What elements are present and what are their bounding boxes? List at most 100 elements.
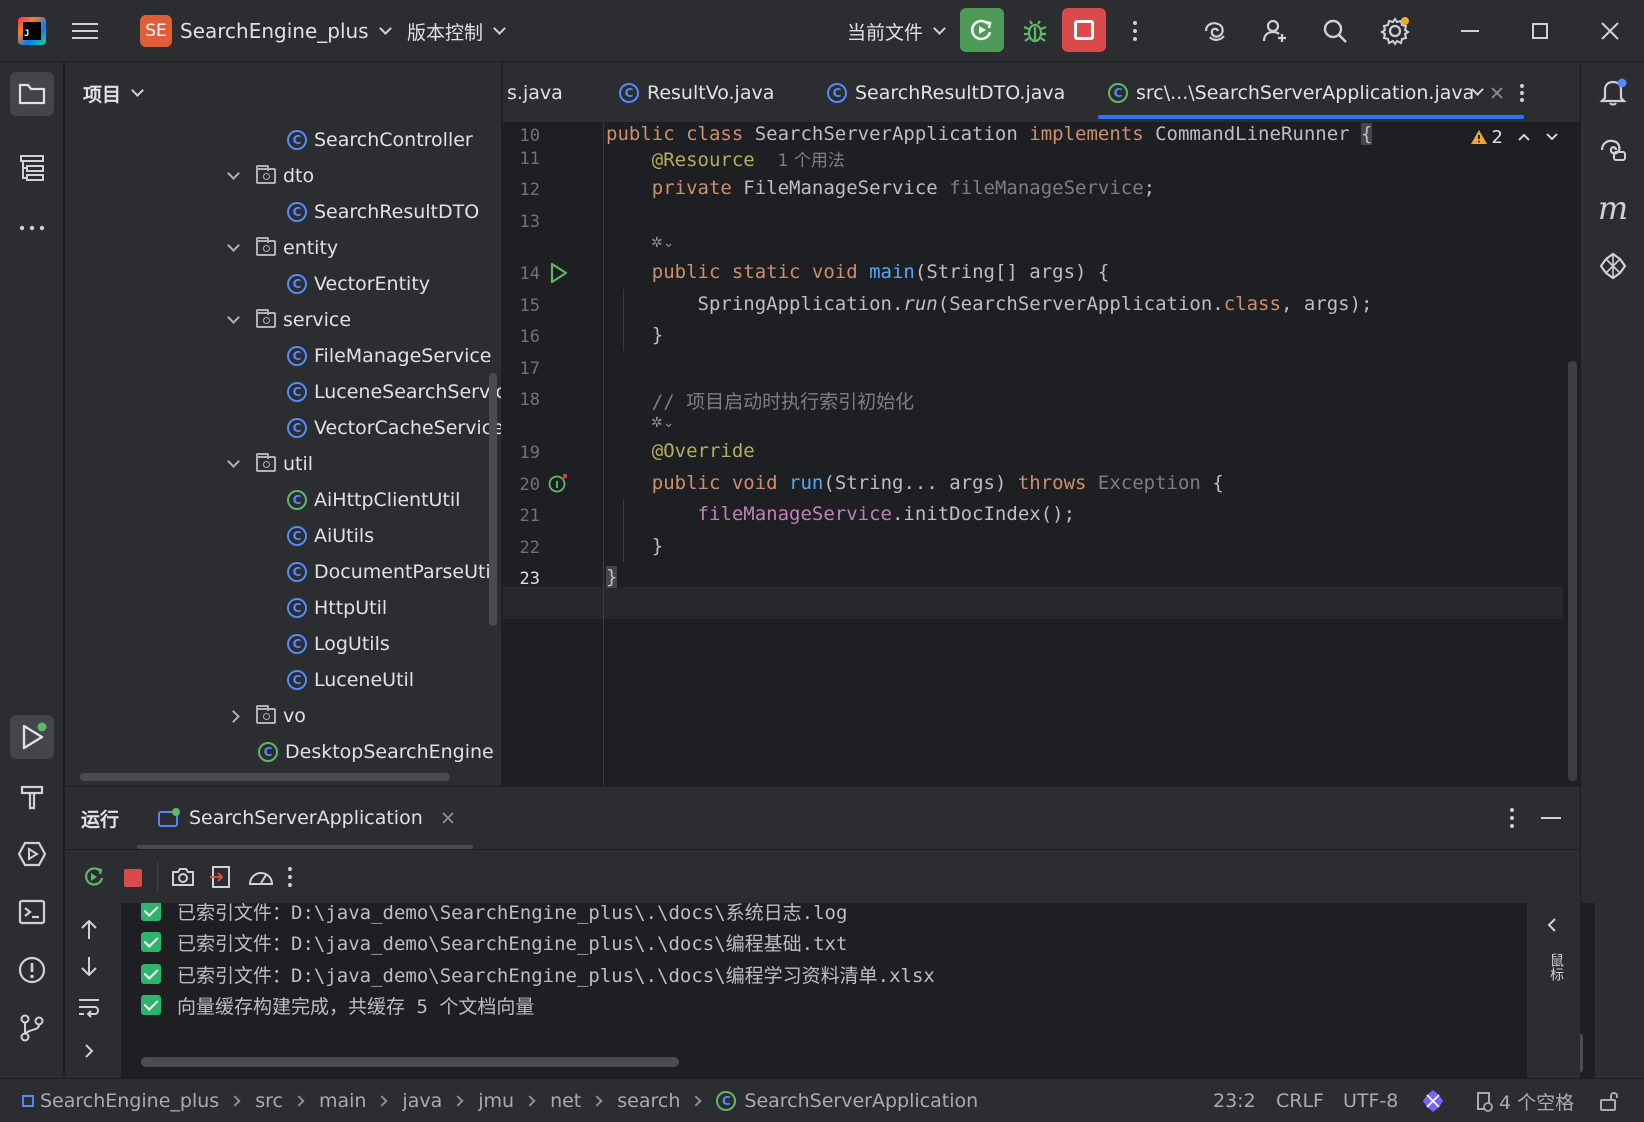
more-actions-icon[interactable]: [1125, 0, 1145, 62]
debug-button[interactable]: [1015, 0, 1055, 62]
prev-problem-icon[interactable]: [1517, 132, 1531, 142]
terminal-tool-button[interactable]: [10, 890, 54, 934]
more-tools-icon[interactable]: [10, 206, 54, 250]
run-config-selector[interactable]: 当前文件: [847, 0, 946, 62]
tree-item[interactable]: C LuceneSearchService: [287, 374, 501, 410]
exit-icon[interactable]: [208, 864, 234, 890]
tree-folder[interactable]: vo: [227, 698, 306, 734]
build-tool-button[interactable]: [10, 774, 54, 818]
hide-panel-icon[interactable]: [1541, 817, 1561, 819]
add-user-icon[interactable]: [1255, 0, 1295, 62]
minimize-window-icon[interactable]: [1438, 0, 1502, 62]
ai-assistant-icon[interactable]: [1195, 0, 1235, 62]
line-separator[interactable]: CRLF: [1276, 1079, 1324, 1122]
ai-gutter-icon[interactable]: ✲⌄: [651, 235, 674, 251]
stop-button[interactable]: [1062, 8, 1106, 52]
notifications-button[interactable]: [1591, 70, 1635, 114]
project-switcher[interactable]: SearchEngine_plus: [180, 0, 392, 62]
settings-gear-icon[interactable]: [1375, 0, 1415, 62]
editor-tab[interactable]: C ResultVo.java: [619, 62, 774, 123]
tree-item[interactable]: C SearchResultDTO: [287, 194, 479, 230]
tree-item[interactable]: C AiUtils: [287, 518, 374, 554]
tree-item[interactable]: C HttpUtil: [287, 590, 387, 626]
scroll-up-icon[interactable]: [79, 917, 99, 941]
expand-right-icon[interactable]: [82, 1043, 96, 1059]
expand-arrow-icon[interactable]: [227, 239, 240, 252]
problems-tool-button[interactable]: [10, 948, 54, 992]
camera-icon[interactable]: [170, 864, 196, 890]
close-tab-icon[interactable]: [1490, 86, 1504, 100]
ai-chat-button[interactable]: [1591, 128, 1635, 172]
tongyi-status-icon[interactable]: [1420, 1079, 1446, 1122]
tree-item[interactable]: C VectorEntity: [287, 266, 430, 302]
expand-arrow-icon[interactable]: [227, 167, 240, 180]
rerun-button[interactable]: [960, 8, 1004, 52]
breadcrumb-item[interactable]: search: [617, 1090, 680, 1112]
editor-tab[interactable]: s.java: [507, 62, 563, 123]
close-window-icon[interactable]: [1578, 0, 1642, 62]
tree-item[interactable]: C DesktopSearchEngine: [258, 734, 494, 770]
tabs-more-icon[interactable]: [1519, 62, 1525, 123]
tree-item[interactable]: C VectorCacheService: [287, 410, 501, 446]
usage-hint[interactable]: 1 个用法: [778, 151, 845, 171]
file-encoding[interactable]: UTF-8: [1343, 1079, 1398, 1122]
editor-vertical-scrollbar[interactable]: [1568, 361, 1577, 781]
soft-wrap-icon[interactable]: [77, 995, 101, 1019]
ai-gutter-icon[interactable]: ✲⌄: [651, 415, 674, 431]
lock-icon[interactable]: [1598, 1079, 1620, 1122]
run-gutter-icon[interactable]: [549, 262, 569, 284]
maximize-window-icon[interactable]: [1508, 0, 1572, 62]
run-panel-options-icon[interactable]: [1509, 807, 1515, 829]
run-tab[interactable]: SearchServerApplication: [137, 787, 473, 849]
vcs-menu[interactable]: 版本控制: [407, 0, 506, 62]
close-run-tab-icon[interactable]: [441, 811, 455, 825]
tongyi-assistant-button[interactable]: [1591, 244, 1635, 288]
breadcrumb-item[interactable]: src: [255, 1090, 283, 1112]
breadcrumb-item[interactable]: java: [402, 1090, 442, 1112]
indent-setting[interactable]: 4 个空格: [1473, 1079, 1574, 1122]
tree-folder[interactable]: entity: [227, 230, 338, 266]
collapse-left-icon[interactable]: [1546, 917, 1558, 933]
expand-arrow-icon[interactable]: [227, 455, 240, 468]
structure-tool-button[interactable]: [10, 146, 54, 190]
tree-folder[interactable]: dto: [227, 158, 314, 194]
rerun-icon[interactable]: [81, 864, 107, 890]
inspection-widget[interactable]: 2: [1413, 123, 1563, 151]
tree-item[interactable]: C AiHttpClientUtil: [287, 482, 460, 518]
services-tool-button[interactable]: [10, 832, 54, 876]
editor-tab-active[interactable]: Csrc\...\SearchServerApplication.java: [1097, 62, 1525, 123]
console-horizontal-scrollbar[interactable]: [141, 1057, 679, 1067]
project-horizontal-scrollbar[interactable]: [80, 773, 450, 781]
console-output[interactable]: 已索引文件：D:\java_demo\SearchEngine_plus\.\d…: [121, 903, 1595, 1079]
scroll-down-icon[interactable]: [79, 955, 99, 979]
intellij-logo-icon[interactable]: J: [18, 17, 46, 45]
caret-position[interactable]: 23:2: [1213, 1079, 1256, 1122]
run-tool-button[interactable]: [10, 715, 54, 759]
git-tool-button[interactable]: [10, 1006, 54, 1050]
maven-m-icon[interactable]: m: [1591, 186, 1635, 230]
main-menu-icon[interactable]: [72, 0, 108, 62]
breadcrumb-item[interactable]: SearchEngine_plus: [40, 1090, 219, 1112]
breadcrumb-item[interactable]: main: [319, 1090, 366, 1112]
run-more-icon[interactable]: [287, 866, 293, 888]
breadcrumb-item[interactable]: jmu: [478, 1090, 514, 1112]
vertical-tool-label[interactable]: 鼠标: [1543, 953, 1564, 981]
code-editor[interactable]: 10 11 12 13 14 15 16 17 18 19 20 21 22 2…: [503, 123, 1580, 786]
tabs-dropdown-icon[interactable]: [1471, 62, 1484, 123]
stop-icon[interactable]: [124, 869, 142, 887]
breadcrumb-item[interactable]: SearchServerApplication: [744, 1090, 978, 1112]
collapse-arrow-icon[interactable]: [227, 709, 240, 723]
tree-item[interactable]: C LogUtils: [287, 626, 390, 662]
tree-item[interactable]: C SearchController: [287, 122, 473, 158]
next-problem-icon[interactable]: [1545, 132, 1559, 142]
breadcrumb-item[interactable]: net: [550, 1090, 581, 1112]
project-tool-button[interactable]: [10, 72, 54, 116]
search-icon[interactable]: [1315, 0, 1355, 62]
editor-tab[interactable]: C SearchResultDTO.java: [827, 62, 1065, 123]
tree-folder[interactable]: service: [227, 302, 351, 338]
implements-gutter-icon[interactable]: I: [547, 472, 569, 494]
project-vertical-scrollbar[interactable]: [489, 373, 497, 626]
project-badge[interactable]: SE: [140, 15, 172, 47]
expand-arrow-icon[interactable]: [227, 311, 240, 324]
profiler-gauge-icon[interactable]: [247, 864, 275, 890]
